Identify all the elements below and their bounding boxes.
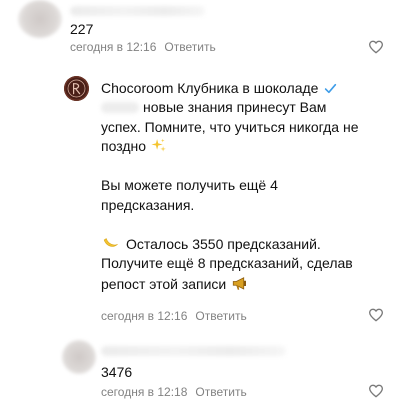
comments-screen: 227 сегодня в 12:16 Ответить Chocoroom Кл… — [0, 0, 400, 400]
commenter-name-blurred[interactable] — [101, 346, 286, 356]
comment-meta: сегодня в 12:18 Ответить — [101, 385, 247, 399]
reply-line: поздно — [101, 137, 391, 157]
crescent-moon-icon — [103, 237, 118, 247]
verified-check-icon — [325, 83, 337, 94]
comment-text: 3476 — [101, 364, 133, 380]
comment-author[interactable]: Chocoroom Клубника в шоколаде — [101, 80, 318, 96]
reply-line: репост этой записи — [101, 274, 391, 295]
like-heart-icon[interactable] — [368, 39, 384, 55]
reply-line: предсказания. — [101, 196, 195, 213]
comment-meta: сегодня в 12:16 Ответить — [70, 40, 216, 54]
blurred-text — [101, 102, 139, 113]
reply-line: новые знания принесут Вам — [101, 98, 391, 118]
commenter-name-blurred[interactable] — [70, 6, 205, 16]
reply-button[interactable]: Ответить — [164, 40, 215, 54]
reply-button[interactable]: Ответить — [195, 385, 246, 399]
reply-button[interactable]: Ответить — [195, 309, 246, 323]
comment-text: 227 — [70, 21, 94, 37]
brand-logo-icon — [67, 79, 86, 98]
like-heart-icon[interactable] — [368, 307, 384, 323]
avatar[interactable] — [62, 340, 96, 374]
comment-timestamp: сегодня в 12:16 — [70, 40, 157, 54]
reply-line: успех. Помните, что учиться никогда не — [101, 118, 359, 135]
reply-body: новые знания принесут Вам успех. Помните… — [101, 98, 391, 294]
reply-line: Получите ещё 8 предсказаний, сделав — [101, 255, 353, 271]
brand-name-row: Chocoroom Клубника в шоколаде — [101, 79, 337, 97]
megaphone-icon — [233, 276, 247, 290]
like-heart-icon[interactable] — [368, 383, 384, 399]
comment-meta: сегодня в 12:16 Ответить — [101, 309, 247, 323]
reply-line: Вы можете получить ещё 4 — [101, 177, 278, 193]
avatar[interactable] — [18, 0, 62, 38]
brand-avatar[interactable] — [64, 76, 89, 101]
comment-timestamp: сегодня в 12:18 — [101, 385, 188, 399]
reply-line: Осталось 3550 предсказаний. — [101, 235, 391, 255]
sparkles-icon — [151, 138, 166, 152]
comment-timestamp: сегодня в 12:16 — [101, 309, 188, 323]
